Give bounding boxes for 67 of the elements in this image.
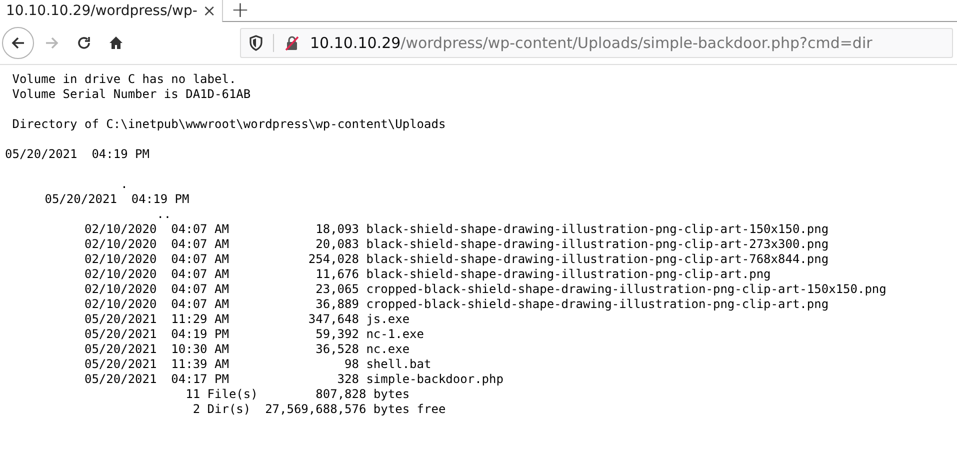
file-size: 11,676 [314,267,359,282]
file-time: 04:07 AM [171,267,229,282]
file-name: cropped-black-shield-shape-drawing-illustration-png-clip-art-150x150.png [366,282,886,297]
file-time: 10:30 AM [171,342,229,357]
file-size: 23,065 [314,282,359,297]
directory-entry: . [120,177,128,192]
output-line: Volume Serial Number is DA1D-61AB [12,87,251,102]
file-name: simple-backdoor.php [366,372,504,387]
file-date: 02/10/2020 [84,297,158,312]
timestamp: 05/20/2021 04:19 PM [5,147,150,162]
home-icon [108,35,124,51]
file-date: 05/20/2021 [84,327,158,342]
tab-close-button[interactable]: × [202,3,216,19]
summary-bytes: 27,569,688,576 bytes free [265,402,446,417]
reload-icon [76,35,92,51]
file-size: 36,528 [314,342,359,357]
timestamp: 05/20/2021 04:19 PM [44,192,190,207]
file-time: 11:29 AM [171,312,229,327]
file-name: shell.bat [366,357,432,372]
file-name: js.exe [366,312,410,327]
file-name: black-shield-shape-drawing-illustration-png-clip-art.png [366,267,771,282]
file-time: 04:07 AM [171,282,229,297]
file-size: 347,648 [307,312,359,327]
summary-count: 2 Dir(s) [192,402,251,417]
file-size: 98 [344,357,359,372]
file-name: nc-1.exe [366,327,424,342]
file-time: 04:07 AM [171,297,229,312]
file-time: 04:07 AM [171,252,229,267]
shield-icon [249,35,263,51]
file-size: 20,083 [314,237,359,252]
summary-count: 11 File(s) [184,387,258,402]
file-name: cropped-black-shield-shape-drawing-illustration-png-clip-art.png [366,297,829,312]
url-text: 10.10.10.29/wordpress/wp-content/Uploads/simple-backdoor.php?cmd=dir [310,34,872,52]
back-button[interactable] [2,27,34,59]
file-time: 04:19 PM [171,327,229,342]
back-arrow-icon [10,35,26,51]
address-bar[interactable]: 10.10.10.29/wordpress/wp-content/Uploads/simple-backdoor.php?cmd=dir [240,28,953,58]
file-size: 36,889 [314,297,359,312]
file-date: 05/20/2021 [84,357,158,372]
file-date: 02/10/2020 [84,222,158,237]
file-size: 328 [336,372,359,387]
file-date: 05/20/2021 [84,342,158,357]
output-line: Directory of C:\inetpub\wwwroot\wordpress\wp-content\Uploads [12,117,446,132]
file-date: 02/10/2020 [84,252,158,267]
file-time: 04:07 AM [171,237,229,252]
tab-title: 10.10.10.29/wordpress/wp- [6,3,198,19]
file-name: black-shield-shape-drawing-illustration-png-clip-art-768x844.png [366,252,829,267]
output-line: Volume in drive C has no label. [12,72,236,87]
file-time: 11:39 AM [171,357,229,372]
file-time: 04:07 AM [171,222,229,237]
file-date: 02/10/2020 [84,282,158,297]
file-name: black-shield-shape-drawing-illustration-png-clip-art-150x150.png [366,222,829,237]
file-date: 02/10/2020 [84,267,158,282]
file-size: 254,028 [307,252,359,267]
file-date: 02/10/2020 [84,237,158,252]
file-date: 05/20/2021 [84,312,158,327]
new-tab-button[interactable]: + [231,0,250,22]
file-name: black-shield-shape-drawing-illustration-png-clip-art-273x300.png [366,237,829,252]
summary-bytes: 807,828 bytes [316,387,410,402]
insecure-lock-icon [284,35,300,51]
file-time: 04:17 PM [171,372,229,387]
file-size: 59,392 [314,327,359,342]
file-name: nc.exe [366,342,410,357]
directory-entry: .. [156,207,172,222]
file-size: 18,093 [314,222,359,237]
forward-arrow-icon [44,35,60,51]
file-date: 05/20/2021 [84,372,158,387]
